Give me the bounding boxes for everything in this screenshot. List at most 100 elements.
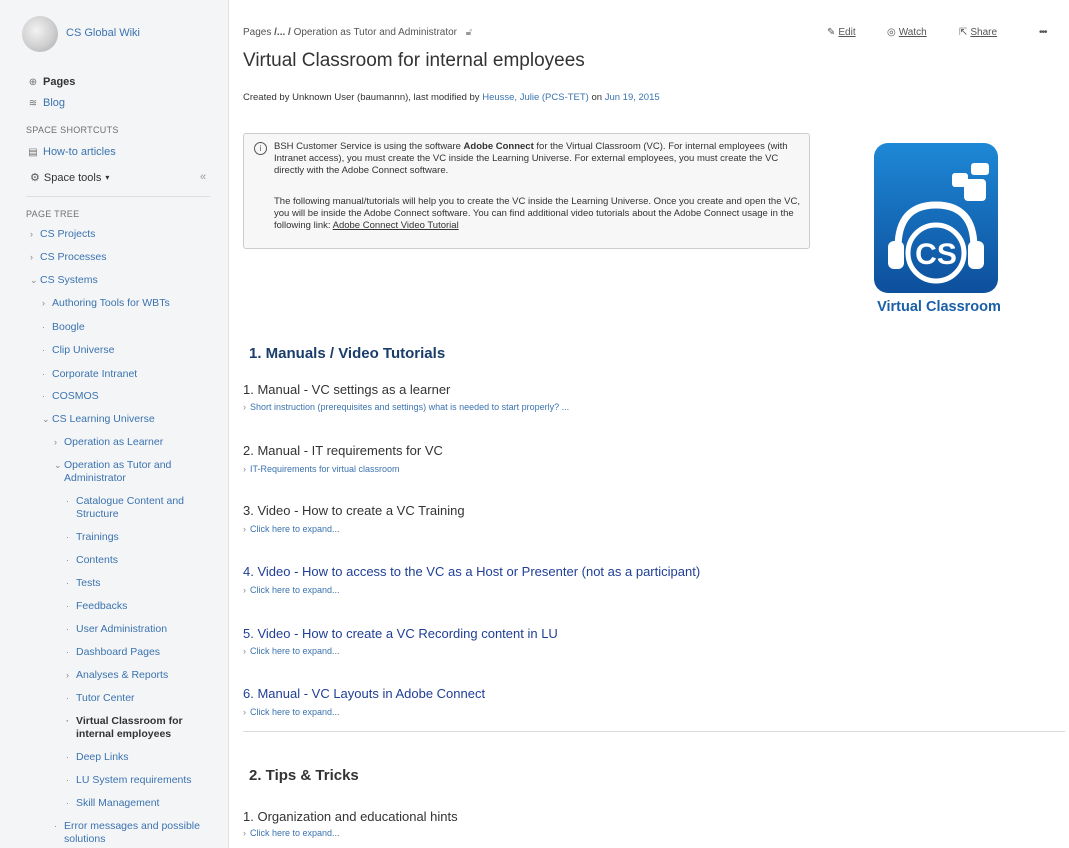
tree-item[interactable]: ⌄ CS Systems [30, 274, 98, 287]
sidebar-item-howto[interactable]: ▤ How-to articles [28, 146, 115, 158]
tree-item[interactable]: · Corporate Intranet [42, 368, 137, 381]
tree-item[interactable]: ⌄ Operation as Tutor and [54, 459, 171, 472]
watch-button[interactable]: ◎ Watch [887, 27, 927, 38]
more-actions-button[interactable]: ••• [1039, 27, 1047, 38]
collapse-arrow-icon[interactable]: ⌄ [42, 413, 50, 426]
sidebar-item-label: Pages [43, 76, 76, 88]
item-title: 4. Video - How to access to the VC as a … [243, 564, 701, 579]
bullet-icon: · [54, 821, 57, 831]
tree-item[interactable]: › CS Processes [30, 251, 107, 264]
expand-arrow-icon[interactable]: › [66, 669, 69, 682]
tree-item[interactable]: · LU System requirements [66, 774, 192, 787]
main-content: Pages /... / Operation as Tutor and Admi… [229, 0, 1069, 848]
tree-item[interactable]: · Error messages and possible [54, 820, 200, 833]
expand-arrow-icon[interactable]: › [54, 436, 57, 449]
info-panel: i BSH Customer Service is using the soft… [243, 133, 810, 249]
space-logo[interactable] [22, 16, 58, 52]
item-expand[interactable]: › Click here to expand... [243, 646, 340, 656]
share-icon: ⇱ [959, 27, 968, 38]
space-title[interactable]: CS Global Wiki [66, 27, 140, 39]
expand-arrow-icon: › [243, 707, 246, 717]
expand-arrow-icon: › [243, 585, 246, 595]
item-expand[interactable]: › Short instruction (prerequisites and se… [243, 402, 569, 412]
author-link[interactable]: Heusse, Julie (PCS-TET) [482, 92, 589, 103]
pencil-icon: ✎ [827, 27, 836, 38]
tree-item-cont[interactable]: Structure [76, 508, 119, 521]
tree-item[interactable]: › Analyses & Reports [66, 669, 168, 682]
tree-item[interactable]: › Operation as Learner [54, 436, 163, 449]
sidebar-item-blog[interactable]: ≋ Blog [28, 97, 65, 109]
tree-item[interactable]: · COSMOS [42, 390, 99, 403]
bullet-icon: · [42, 345, 45, 355]
pages-icon: ⊕ [28, 76, 38, 88]
page-title: Virtual Classroom for internal employees [243, 50, 585, 71]
tree-item[interactable]: · Deep Links [66, 751, 129, 764]
expand-arrow-icon: › [243, 464, 246, 474]
tree-item[interactable]: ⌄ CS Learning Universe [42, 413, 155, 426]
share-button[interactable]: ⇱ Share [959, 27, 997, 38]
virtual-classroom-logo: CS [874, 143, 998, 293]
space-shortcuts-label: SPACE SHORTCUTS [26, 125, 119, 135]
date-link[interactable]: Jun 19, 2015 [605, 92, 660, 103]
section-heading-manuals: 1. Manuals / Video Tutorials [249, 345, 446, 362]
expand-arrow-icon: › [243, 828, 246, 838]
item-title: 2. Manual - IT requirements for VC [243, 443, 443, 458]
tree-item[interactable]: · Clip Universe [42, 344, 114, 357]
bullet-icon: · [66, 716, 69, 726]
bullet-icon: · [66, 775, 69, 785]
edit-button[interactable]: ✎ Edit [827, 27, 856, 38]
watch-label: Watch [898, 27, 927, 38]
tree-item[interactable]: · Catalogue Content and [66, 495, 184, 508]
expand-arrow-icon[interactable]: › [30, 228, 33, 241]
edit-label: Edit [838, 27, 856, 38]
collapse-arrow-icon[interactable]: ⌄ [54, 459, 62, 472]
bullet-icon: · [66, 624, 69, 634]
collapse-arrow-icon[interactable]: ⌄ [30, 274, 38, 287]
expand-arrow-icon[interactable]: › [42, 297, 45, 310]
tree-item[interactable]: · Tutor Center [66, 692, 135, 705]
bullet-icon: · [42, 322, 45, 332]
adobe-connect-tutorial-link[interactable]: Adobe Connect Video Tutorial [333, 220, 459, 231]
tree-item[interactable]: · Contents [66, 554, 118, 567]
page-actions: ✎ Edit ◎ Watch ⇱ Share ••• [809, 27, 1069, 41]
sidebar-item-pages[interactable]: ⊕ Pages [28, 76, 76, 88]
space-tools-label: Space tools [43, 171, 102, 184]
tree-item-cont[interactable]: solutions [64, 833, 105, 846]
tree-item-current[interactable]: · Virtual Classroom for [66, 715, 183, 728]
breadcrumb-current[interactable]: Operation as Tutor and Administrator [294, 27, 457, 38]
breadcrumb-ellipsis[interactable]: /... / [274, 27, 291, 38]
collapse-sidebar-icon[interactable]: « [200, 171, 206, 183]
tree-item[interactable]: › CS Projects [30, 228, 95, 241]
info-paragraph-2: The following manual/tutorials will help… [274, 196, 800, 231]
item-expand[interactable]: › Click here to expand... [243, 524, 340, 534]
item-title: 1. Manual - VC settings as a learner [243, 382, 451, 397]
tree-item[interactable]: · Feedbacks [66, 600, 127, 613]
item-expand[interactable]: › Click here to expand... [243, 585, 340, 595]
space-tools-button[interactable]: ⚙ Space tools ▾ [30, 171, 109, 185]
item-expand[interactable]: › IT-Requirements for virtual classroom [243, 464, 400, 474]
tree-item[interactable]: · Boogle [42, 321, 85, 334]
item-expand[interactable]: › Click here to expand... [243, 707, 340, 717]
tree-item[interactable]: · Dashboard Pages [66, 646, 160, 659]
expand-arrow-icon: › [243, 524, 246, 534]
expand-arrow-icon: › [243, 646, 246, 656]
item-expand[interactable]: › Click here to expand... [243, 828, 340, 838]
rss-icon: ≋ [28, 97, 38, 109]
tree-item[interactable]: · Tests [66, 577, 101, 590]
item-title: 3. Video - How to create a VC Training [243, 503, 465, 518]
restrictions-icon[interactable]: 🔓︎ [466, 27, 472, 38]
sidebar-item-label: Blog [43, 97, 66, 109]
expand-arrow-icon[interactable]: › [30, 251, 33, 264]
breadcrumb-pages[interactable]: Pages [243, 27, 271, 38]
tree-item-current-cont[interactable]: internal employees [76, 728, 171, 741]
info-icon: i [254, 142, 267, 155]
bullet-icon: · [66, 578, 69, 588]
tree-item-cont[interactable]: Administrator [64, 472, 126, 485]
breadcrumb: Pages /... / Operation as Tutor and Admi… [243, 27, 472, 38]
tree-item[interactable]: · User Administration [66, 623, 167, 636]
tree-item[interactable]: · Trainings [66, 531, 119, 544]
section-heading-tips: 2. Tips & Tricks [249, 767, 359, 784]
tree-item[interactable]: · Skill Management [66, 797, 159, 810]
info-paragraph-1: BSH Customer Service is using the softwa… [274, 141, 788, 176]
tree-item[interactable]: › Authoring Tools for WBTs [42, 297, 170, 310]
